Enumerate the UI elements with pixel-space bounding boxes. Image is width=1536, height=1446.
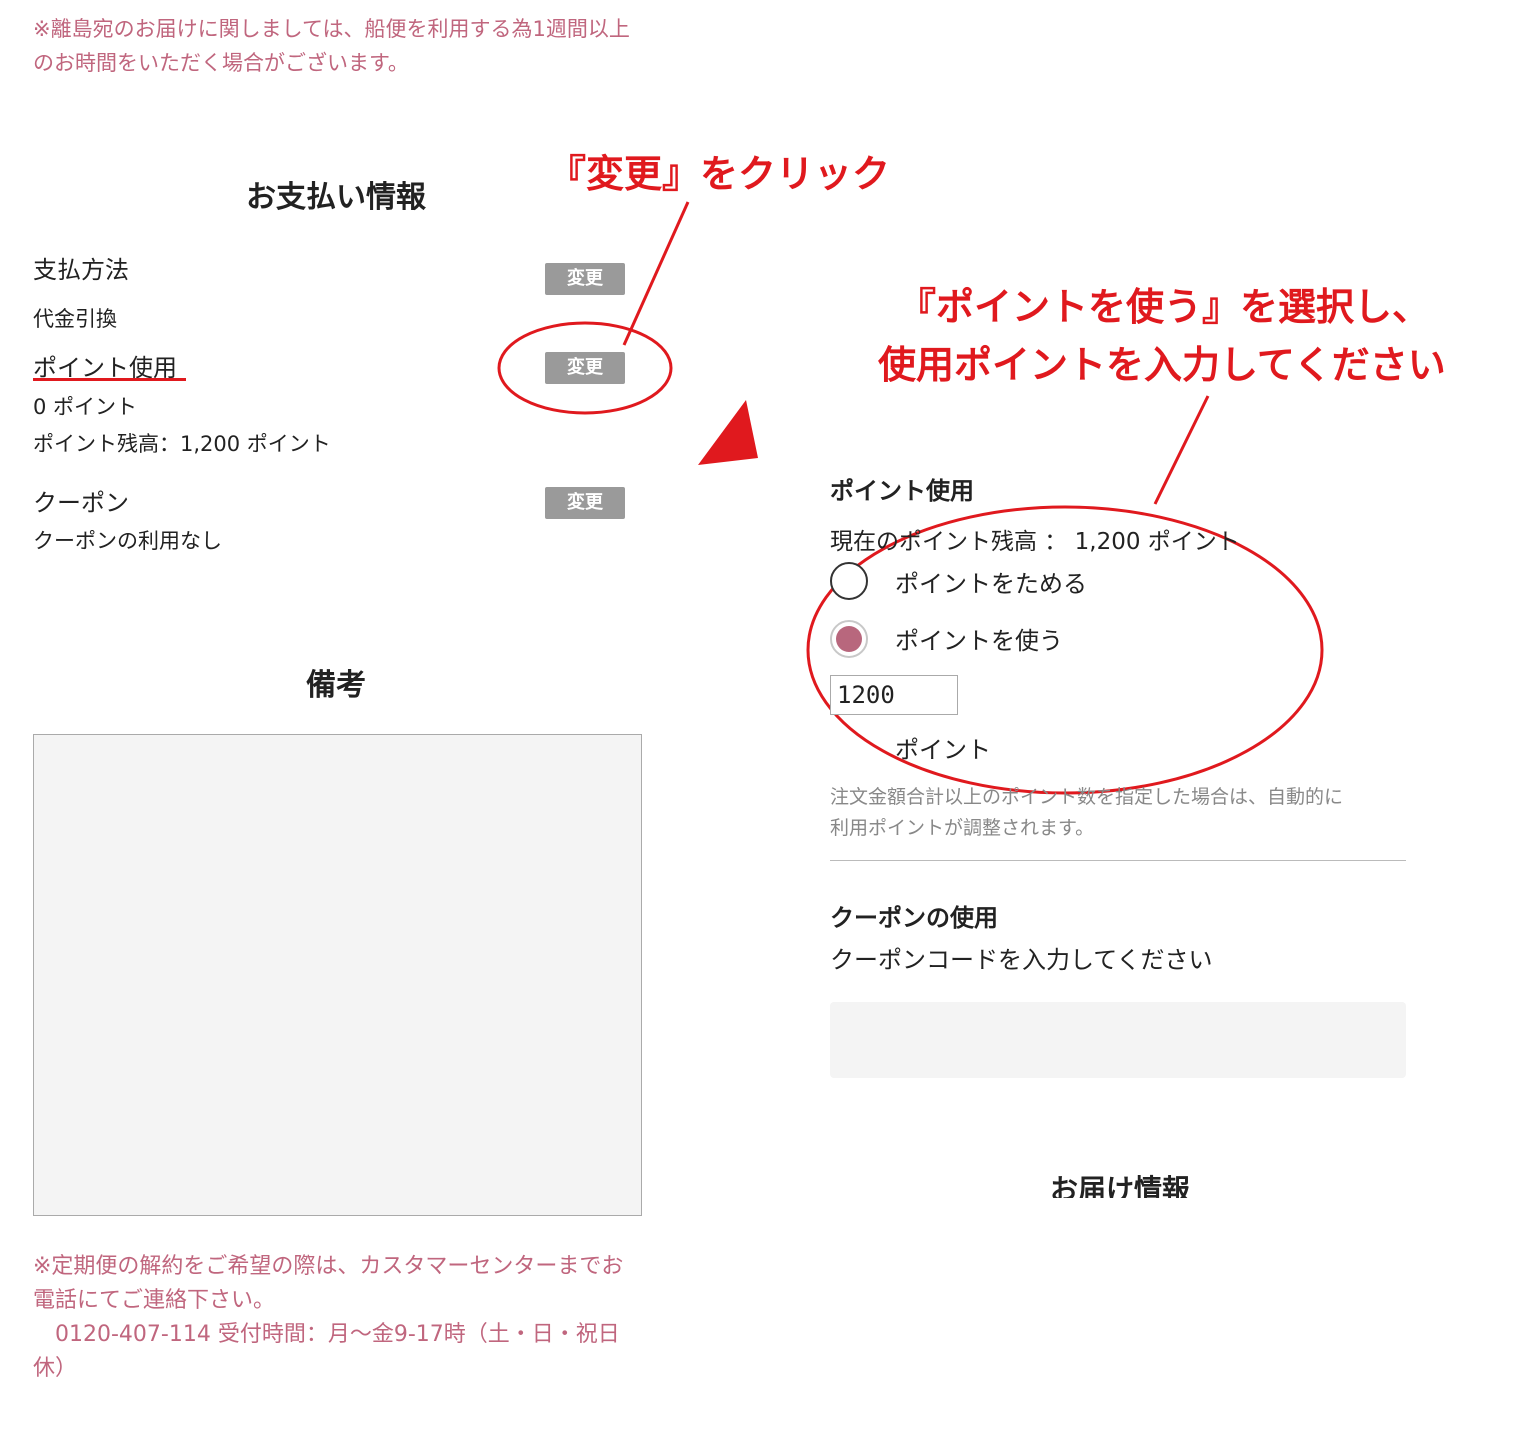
points-adjust-note-line1: 注文金額合計以上のポイント数を指定した場合は、自動的に	[830, 786, 1344, 808]
coupon-code-input[interactable]	[830, 1002, 1406, 1078]
select-use-annotation-line1: 『ポイントを使う』を選択し、	[898, 285, 1431, 329]
points-panel-balance: 現在のポイント残高 ： 1,200 ポイント	[830, 529, 1240, 555]
use-points-radio[interactable]	[830, 620, 868, 658]
points-amount-input[interactable]	[830, 675, 958, 715]
save-points-option-label[interactable]: ポイントをためる	[895, 564, 1087, 599]
delivery-title-clip: お届け情報	[930, 1168, 1310, 1198]
coupon-panel-instruction: クーポンコードを入力してください	[830, 946, 1213, 974]
points-adjust-note-line2: 利用ポイントが調整されます。	[830, 817, 1095, 839]
select-use-annotation-line2: 使用ポイントを入力してください	[878, 343, 1446, 387]
points-adjust-note: 注文金額合計以上のポイント数を指定した場合は、自動的に 利用ポイントが調整されま…	[830, 782, 1410, 844]
change-button-highlight-oval	[497, 321, 673, 415]
annotation-overlay	[497, 201, 1324, 795]
select-use-annotation: 『ポイントを使う』を選択し、 使用ポイントを入力してください	[878, 278, 1446, 394]
click-change-annotation: 『変更』をクリック	[548, 152, 891, 196]
coupon-panel-title: クーポンの使用	[830, 904, 998, 932]
save-points-radio[interactable]	[830, 562, 868, 600]
direction-arrow-icon	[698, 400, 758, 465]
select-callout-line	[1153, 395, 1210, 505]
section-divider	[830, 860, 1406, 861]
points-panel-title: ポイント使用	[830, 477, 974, 505]
use-points-option-label[interactable]: ポイントを使う	[895, 621, 1063, 656]
click-callout-line	[622, 201, 690, 346]
delivery-title: お届け情報	[1049, 1173, 1190, 1198]
points-unit-label: ポイント	[895, 736, 991, 764]
